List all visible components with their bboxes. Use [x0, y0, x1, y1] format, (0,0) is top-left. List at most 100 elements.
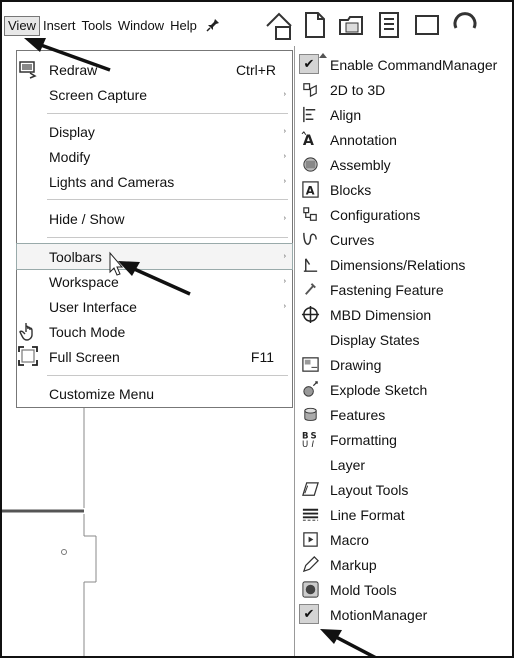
- explode-sketch-icon: [303, 381, 318, 397]
- toolbar-item-blocks[interactable]: A Blocks: [295, 177, 512, 202]
- toolbar-item-label: Assembly: [330, 156, 391, 173]
- svg-text:A: A: [303, 133, 314, 149]
- toolbar-item-label: Formatting: [330, 431, 397, 448]
- toolbar-item-explode-sketch[interactable]: Explode Sketch: [295, 377, 512, 402]
- toolbar-item-label: Features: [330, 406, 386, 423]
- toolbar-item-label: MotionManager: [330, 606, 428, 623]
- toolbar-item-line-format[interactable]: Line Format: [295, 502, 512, 527]
- undo-icon[interactable]: [450, 10, 480, 40]
- toolbar-item-2d-to-3d[interactable]: 2D to 3D: [295, 77, 512, 102]
- full-screen-icon: [18, 346, 38, 366]
- new-document-icon[interactable]: [300, 10, 330, 40]
- menu-item-full-screen[interactable]: Full Screen F11: [17, 344, 292, 369]
- layout-tools-icon: [302, 482, 319, 496]
- checkbox-checked-icon[interactable]: ✔: [299, 604, 319, 624]
- dimensions-icon: [303, 258, 318, 272]
- submenu-arrow-icon: ›: [283, 178, 286, 185]
- drawing-icon: [302, 357, 319, 372]
- toolbar-item-macro[interactable]: Macro: [295, 527, 512, 552]
- toolbar-item-formatting[interactable]: B S U I Formatting: [295, 427, 512, 452]
- menu-item-display[interactable]: Display ›: [17, 119, 292, 144]
- 2d-to-3d-icon: [303, 83, 317, 98]
- menu-separator: [47, 199, 288, 200]
- toolbar-item-fastening-feature[interactable]: Fastening Feature: [295, 277, 512, 302]
- configurations-icon: [303, 207, 317, 221]
- open-document-icon[interactable]: [336, 10, 366, 40]
- menu-separator: [47, 375, 288, 376]
- fastening-icon: [305, 283, 316, 295]
- menu-window[interactable]: Window: [115, 17, 167, 35]
- view-menu-dropdown: Redraw Ctrl+R Screen Capture › Display ›…: [16, 50, 293, 408]
- toolbar-item-mbd-dimension[interactable]: MBD Dimension: [295, 302, 512, 327]
- screenshot-frame: View Insert Tools Window Help Redraw Ctr…: [0, 0, 514, 658]
- toolbar-item-display-states[interactable]: Display States: [295, 327, 512, 352]
- toolbar-item-label: Drawing: [330, 356, 382, 373]
- features-icon: [304, 407, 317, 421]
- toolbar-item-annotation[interactable]: A Annotation: [295, 127, 512, 152]
- toolbar-item-label: Align: [330, 106, 362, 123]
- home-icon[interactable]: [264, 10, 294, 40]
- menu-tools[interactable]: Tools: [78, 17, 114, 35]
- submenu-arrow-icon: ›: [283, 253, 286, 260]
- toolbar-item-label: Markup: [330, 556, 377, 573]
- toolbar-item-enable-commandmanager[interactable]: ✔ Enable CommandManager: [295, 52, 512, 77]
- toolbar-item-align[interactable]: Align: [295, 102, 512, 127]
- toolbar-item-features[interactable]: Features: [295, 402, 512, 427]
- toolbar-item-dimensions-relations[interactable]: Dimensions/Relations: [295, 252, 512, 277]
- toolbar-item-layout-tools[interactable]: Layout Tools: [295, 477, 512, 502]
- toolbar-item-label: Mold Tools: [330, 581, 397, 598]
- menu-bar: View Insert Tools Window Help: [2, 2, 292, 50]
- menu-view[interactable]: View: [4, 16, 40, 36]
- menu-item-hide-show[interactable]: Hide / Show ›: [17, 206, 292, 231]
- toolbar-item-configurations[interactable]: Configurations: [295, 202, 512, 227]
- menu-item-toolbars[interactable]: Toolbars ›: [16, 243, 293, 270]
- menu-item-screen-capture[interactable]: Screen Capture ›: [17, 82, 292, 107]
- menu-item-lights-and-cameras[interactable]: Lights and Cameras ›: [17, 169, 292, 194]
- checkbox-checked-icon[interactable]: ✔: [299, 54, 319, 74]
- menu-item-modify[interactable]: Modify ›: [17, 144, 292, 169]
- standard-toolbar: [264, 6, 512, 46]
- toolbar-item-curves[interactable]: Curves: [295, 227, 512, 252]
- toolbar-item-drawing[interactable]: Drawing: [295, 352, 512, 377]
- pin-icon[interactable]: [206, 18, 220, 35]
- align-icon: [303, 106, 316, 123]
- menu-separator: [47, 113, 288, 114]
- blocks-icon: A: [302, 181, 319, 198]
- svg-text:U: U: [302, 440, 308, 449]
- line-format-icon: [302, 508, 319, 521]
- menu-help[interactable]: Help: [167, 17, 200, 35]
- toolbar-item-label: 2D to 3D: [330, 81, 386, 98]
- menu-item-redraw[interactable]: Redraw Ctrl+R: [17, 57, 292, 82]
- menu-item-user-interface[interactable]: User Interface ›: [17, 294, 292, 319]
- toolbar-item-label: Annotation: [330, 131, 397, 148]
- toolbar-item-label: Blocks: [330, 181, 372, 198]
- toolbar-item-mold-tools[interactable]: Mold Tools: [295, 577, 512, 602]
- toolbar-item-label: Dimensions/Relations: [330, 256, 466, 273]
- toolbar-item-label: Enable CommandManager: [330, 56, 498, 73]
- menu-insert[interactable]: Insert: [40, 17, 79, 35]
- toolbar-item-markup[interactable]: Markup: [295, 552, 512, 577]
- toolbar-item-label: Explode Sketch: [330, 381, 428, 398]
- toolbar-item-label: Layer: [330, 456, 366, 473]
- svg-text:A: A: [306, 183, 315, 197]
- graphics-area[interactable]: [2, 408, 294, 658]
- menu-item-touch-mode[interactable]: Touch Mode: [17, 319, 292, 344]
- toolbar-item-assembly[interactable]: Assembly: [295, 152, 512, 177]
- menu-item-workspace[interactable]: Workspace ›: [17, 269, 292, 294]
- toolbar-item-label: Layout Tools: [330, 481, 409, 498]
- formatting-icon: B SU I: [302, 432, 317, 449]
- submenu-arrow-icon: ›: [283, 215, 286, 222]
- menu-separator: [47, 237, 288, 238]
- macro-icon: [303, 532, 318, 547]
- submenu-arrow-icon: ›: [283, 303, 286, 310]
- toolbar-item-motionmanager[interactable]: ✔ MotionManager: [295, 602, 512, 627]
- toolbar-item-label: Curves: [330, 231, 375, 248]
- window-icon[interactable]: [412, 10, 442, 40]
- properties-icon[interactable]: [374, 10, 404, 40]
- touch-mode-icon: [19, 323, 33, 341]
- curves-icon: [303, 232, 317, 245]
- toolbar-item-layer[interactable]: Layer: [295, 452, 512, 477]
- toolbar-item-label: Macro: [330, 531, 369, 548]
- menu-item-customize-menu[interactable]: Customize Menu: [17, 381, 292, 406]
- toolbar-item-label: Fastening Feature: [330, 281, 444, 298]
